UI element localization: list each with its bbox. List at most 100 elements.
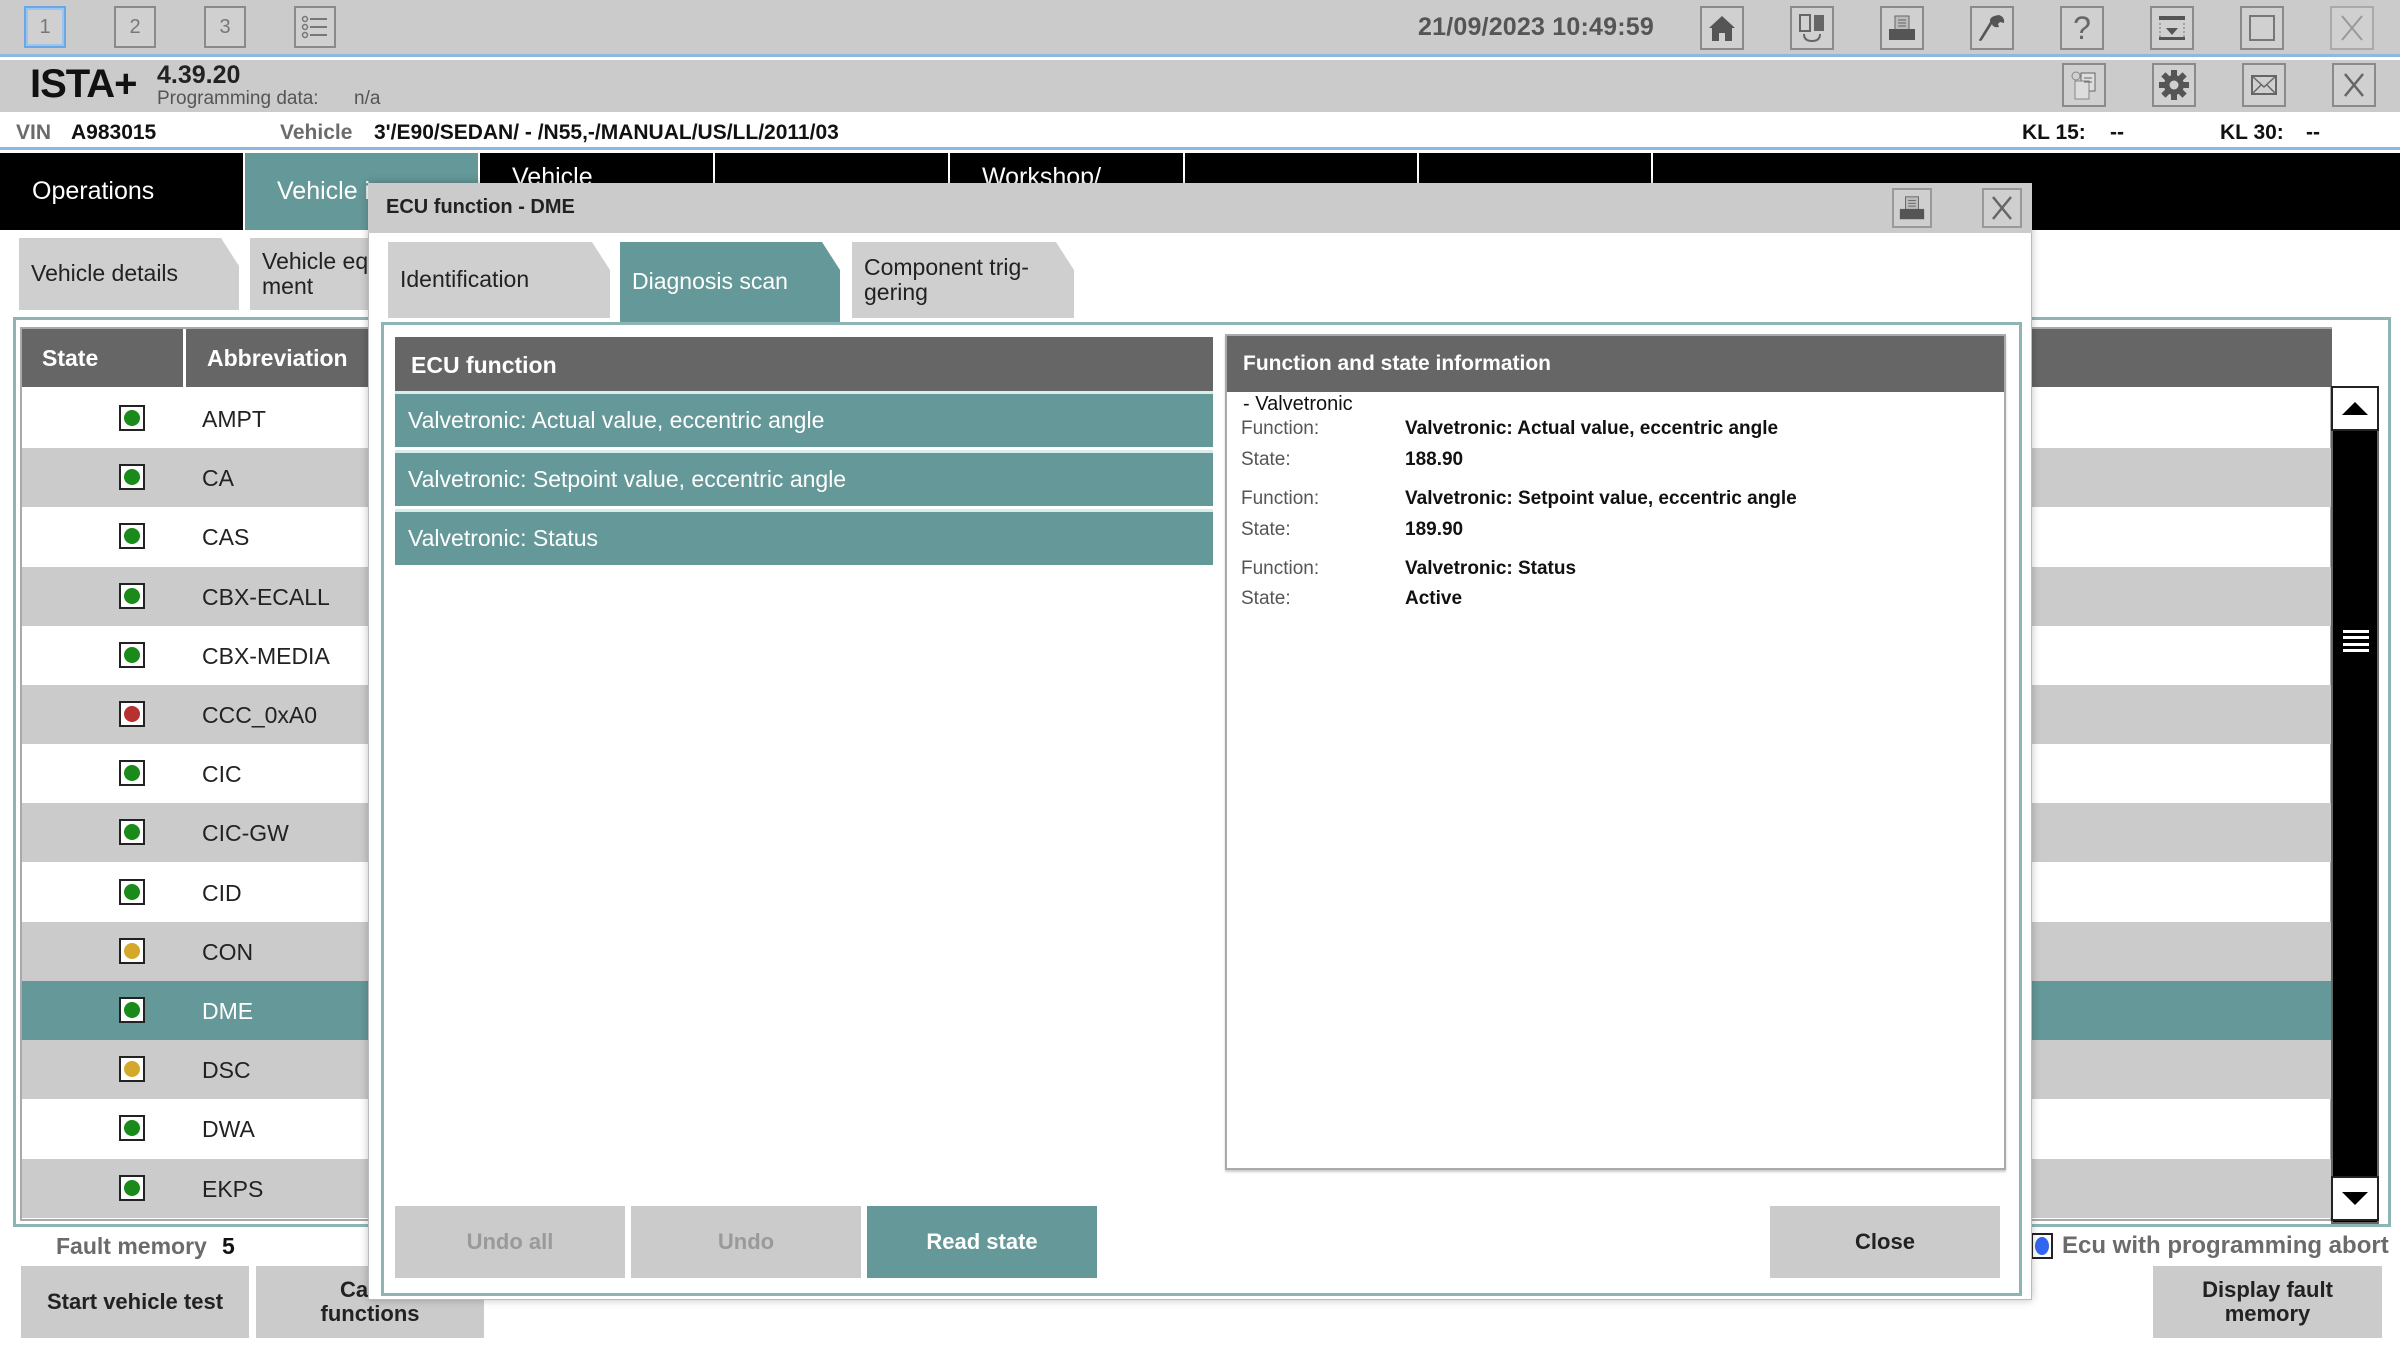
session-tab-1[interactable]: 1 <box>24 6 66 48</box>
undo-button[interactable]: Undo <box>631 1206 861 1278</box>
kl15-value: -- <box>2110 121 2124 144</box>
radio-dot-icon <box>2035 1237 2049 1255</box>
session-tab-2[interactable]: 2 <box>114 6 156 48</box>
dialog-tab-identification[interactable]: Identification <box>388 242 610 318</box>
list-button[interactable] <box>294 6 336 48</box>
state-indicator-icon <box>119 1174 145 1201</box>
state-indicator-icon <box>119 464 145 491</box>
kl30-value: -- <box>2306 121 2320 144</box>
info-function-value: Valvetronic: Setpoint value, eccentric a… <box>1405 488 1797 509</box>
info-state-label: State: <box>1241 519 1291 540</box>
state-indicator-icon <box>119 937 145 964</box>
fault-memory-count: 5 <box>222 1233 235 1259</box>
info-group-title: - Valvetronic <box>1243 393 1353 415</box>
info-function-label: Function: <box>1241 488 1320 509</box>
display-fault-memory-button[interactable]: Display fault memory <box>2153 1266 2382 1338</box>
read-state-button[interactable]: Read state <box>867 1206 1097 1278</box>
settings-icon <box>2159 70 2189 100</box>
dialog-close-button[interactable]: Close <box>1770 1206 2000 1278</box>
print-icon <box>1899 196 1925 220</box>
home-icon <box>1709 16 1735 41</box>
undo-all-button[interactable]: Undo all <box>395 1206 625 1278</box>
minimize-button[interactable] <box>2150 6 2194 50</box>
column-state[interactable]: State <box>22 329 186 387</box>
scroll-down-button[interactable] <box>2331 1176 2379 1221</box>
wrench-button[interactable] <box>1970 6 2014 50</box>
close-icon <box>1992 196 2012 220</box>
mail-button[interactable] <box>2242 63 2286 107</box>
ecu-abbreviation: DME <box>202 998 254 1024</box>
status-dot-green <box>124 1120 140 1137</box>
ecu-abbreviation: CID <box>202 879 242 906</box>
window-close-button[interactable] <box>2330 6 2374 50</box>
subtab-vehicle-details[interactable]: Vehicle details <box>19 238 239 310</box>
app-name: ISTA+ <box>30 62 138 106</box>
status-dot-green <box>124 646 140 663</box>
info-state-label: State: <box>1241 449 1291 470</box>
top-toolbar: 1 2 3 21/09/2023 10:49:59 ? <box>0 0 2400 57</box>
state-indicator-icon <box>119 701 145 727</box>
scroll-up-button[interactable] <box>2331 386 2379 431</box>
ecu-abbreviation: EKPS <box>202 1175 264 1202</box>
ecu-table-scrollbar[interactable] <box>2331 386 2379 1224</box>
minimize-icon <box>2159 16 2185 40</box>
ecu-abbreviation: CIC <box>202 761 242 788</box>
dialog-tab-component-triggering[interactable]: Component trig- gering <box>852 242 1074 318</box>
wrench-icon <box>1979 15 2005 41</box>
app-close-button[interactable] <box>2332 63 2376 107</box>
ecu-programming-abort-label: Ecu with programming abort <box>2062 1232 2389 1259</box>
status-dot-green <box>124 410 140 426</box>
ecu-abbreviation: DWA <box>202 1116 255 1143</box>
close-icon <box>2344 73 2364 97</box>
dialog-header <box>368 183 2032 233</box>
dialog-close-x-button[interactable] <box>1982 188 2022 228</box>
ecu-function-item[interactable]: Valvetronic: Actual value, eccentric ang… <box>395 391 1213 447</box>
state-indicator-icon <box>119 760 145 787</box>
info-function-label: Function: <box>1241 418 1320 439</box>
print-button[interactable] <box>1880 6 1924 50</box>
status-dot-green <box>124 765 140 782</box>
print-icon <box>1889 15 1915 40</box>
dialog-print-button[interactable] <box>1892 188 1932 228</box>
maximize-button[interactable] <box>2240 6 2284 50</box>
info-state-label: State: <box>1241 588 1291 609</box>
status-dot-green <box>124 1002 140 1018</box>
ecu-programming-abort-checkbox[interactable] <box>2031 1233 2053 1259</box>
state-indicator-icon <box>119 641 145 668</box>
swap-button[interactable] <box>1790 6 1834 50</box>
info-function-value: Valvetronic: Actual value, eccentric ang… <box>1405 418 1779 439</box>
vehicle-label: Vehicle <box>280 121 353 144</box>
help-button[interactable]: ? <box>2060 6 2104 50</box>
datetime: 21/09/2023 10:49:59 <box>1418 13 1654 41</box>
list-icon <box>301 15 327 39</box>
start-vehicle-test-button[interactable]: Start vehicle test <box>21 1266 249 1338</box>
vin-value: A983015 <box>71 121 157 144</box>
status-dot-green <box>124 528 140 545</box>
swap-icon <box>1799 14 1824 43</box>
dialog-tab-diagnosis-scan[interactable]: Diagnosis scan <box>620 242 840 322</box>
settings-button[interactable] <box>2152 63 2196 107</box>
state-indicator-icon <box>119 523 145 550</box>
ecu-function-item[interactable]: Valvetronic: Setpoint value, eccentric a… <box>395 450 1213 506</box>
ecu-abbreviation: CA <box>202 465 234 492</box>
vehicle-info-bar: VIN A983015 Vehicle 3'/E90/SEDAN/ - /N55… <box>0 112 2400 150</box>
session-tab-3[interactable]: 3 <box>204 6 246 48</box>
state-indicator-icon <box>119 819 145 846</box>
documents-button[interactable] <box>2062 63 2106 107</box>
arrow-down-icon <box>2342 1192 2368 1205</box>
ecu-function-item[interactable]: Valvetronic: Status <box>395 509 1213 565</box>
ecu-abbreviation: CBX-ECALL <box>202 583 330 610</box>
maximize-icon <box>2249 15 2275 41</box>
vin-label: VIN <box>16 121 52 144</box>
home-button[interactable] <box>1700 6 1744 50</box>
info-state-value: 189.90 <box>1405 519 1464 540</box>
status-dot-yellow <box>124 942 140 959</box>
ecu-abbreviation: CCC_0xA0 <box>202 702 318 728</box>
state-indicator-icon <box>119 1115 145 1142</box>
state-indicator-icon <box>119 405 145 431</box>
documents-icon <box>2071 71 2096 100</box>
nav-tab-operations[interactable]: Operations <box>0 153 245 230</box>
scroll-thumb-grip-icon[interactable] <box>2343 630 2369 652</box>
help-icon: ? <box>2073 9 2091 46</box>
status-dot-green <box>124 469 140 486</box>
